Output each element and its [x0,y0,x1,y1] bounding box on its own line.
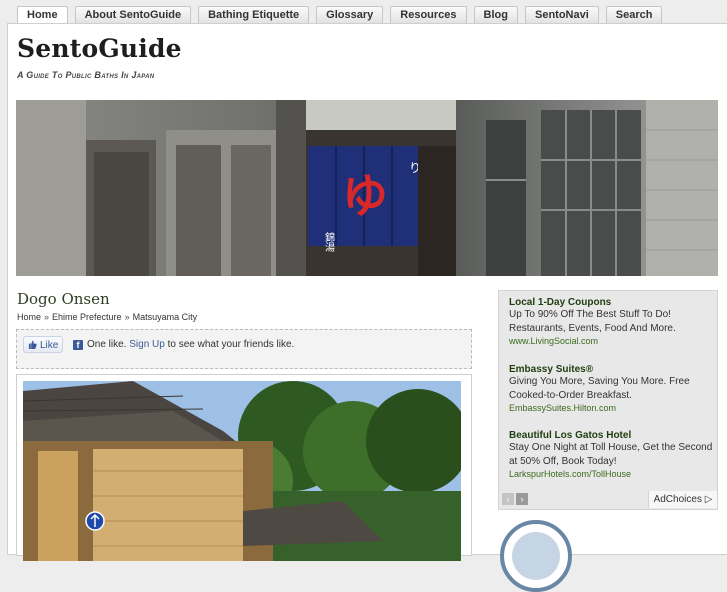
breadcrumb-matsuyama: Matsuyama City [132,312,198,322]
ad-headline[interactable]: Embassy Suites® [509,364,714,375]
ad-panel: Local 1-Day Coupons Up To 90% Off The Be… [498,290,718,510]
tab-resources[interactable]: Resources [390,6,467,23]
breadcrumb: Home» Ehime Prefecture» Matsuyama City [17,312,197,322]
signup-link[interactable]: Sign Up [129,339,165,350]
breadcrumb-ehime[interactable]: Ehime Prefecture [52,312,122,322]
tab-sentonavi[interactable]: SentoNavi [524,6,599,23]
ad-item: Embassy Suites® Giving You More, Saving … [509,364,714,413]
post-photo-frame [16,374,472,561]
like-label: Like [40,340,59,351]
like-suffix: to see what your friends like. [167,339,295,350]
ad-headline[interactable]: Local 1-Day Coupons [509,297,714,308]
breadcrumb-separator: » [124,312,130,322]
sidebar-badge-logo [500,520,572,592]
facebook-icon: f [73,340,83,350]
tab-search[interactable]: Search [605,6,663,23]
svg-text:錦湯: 錦湯 [323,231,335,253]
tab-home[interactable]: Home [17,6,68,23]
ad-url[interactable]: LarkspurHotels.com/TollHouse [509,469,714,479]
ad-item: Local 1-Day Coupons Up To 90% Off The Be… [509,297,714,346]
ad-headline[interactable]: Beautiful Los Gatos Hotel [509,430,714,441]
svg-text:ゆ: ゆ [342,169,388,223]
chevron-left-icon[interactable]: ‹ [502,493,514,505]
adchoices-button[interactable]: AdChoices ▷ [648,491,717,508]
breadcrumb-home[interactable]: Home [17,312,41,322]
facebook-like-box: Like f One like. Sign Up to see what you… [16,329,472,369]
post-photo [23,381,461,561]
thumbs-up-icon [28,340,37,349]
adchoices-icon: ▷ [704,494,713,505]
adchoices-label: AdChoices [653,494,702,505]
tab-bathing-etiquette[interactable]: Bathing Etiquette [198,6,310,23]
like-count-text: One like. Sign Up to see what your frien… [87,339,294,350]
header-image: ゆ り 錦湯 [16,100,718,276]
breadcrumb-separator: » [44,312,50,322]
tab-about[interactable]: About SentoGuide [74,6,192,23]
ad-body: Giving You More, Saving You More. Free C… [509,376,690,401]
ad-body: Up To 90% Off The Best Stuff To Do! Rest… [509,309,676,334]
ad-body: Stay One Night at Toll House, Get the Se… [509,442,713,467]
like-count: One like. [87,339,127,350]
site-tagline: A Guide To Public Baths In Japan [17,70,155,80]
top-nav: Home About SentoGuide Bathing Etiquette … [17,6,669,24]
ad-item: Beautiful Los Gatos Hotel Stay One Night… [509,430,714,479]
facebook-like-button[interactable]: Like [23,336,63,353]
ad-pager: ‹ › [502,493,528,505]
tab-blog[interactable]: Blog [473,6,518,23]
tab-glossary[interactable]: Glossary [316,6,384,23]
ad-url[interactable]: EmbassySuites.Hilton.com [509,403,714,413]
post-title: Dogo Onsen [17,290,110,308]
chevron-right-icon[interactable]: › [516,493,528,505]
ad-url[interactable]: www.LivingSocial.com [509,336,714,346]
site-title[interactable]: SentoGuide [17,34,182,63]
